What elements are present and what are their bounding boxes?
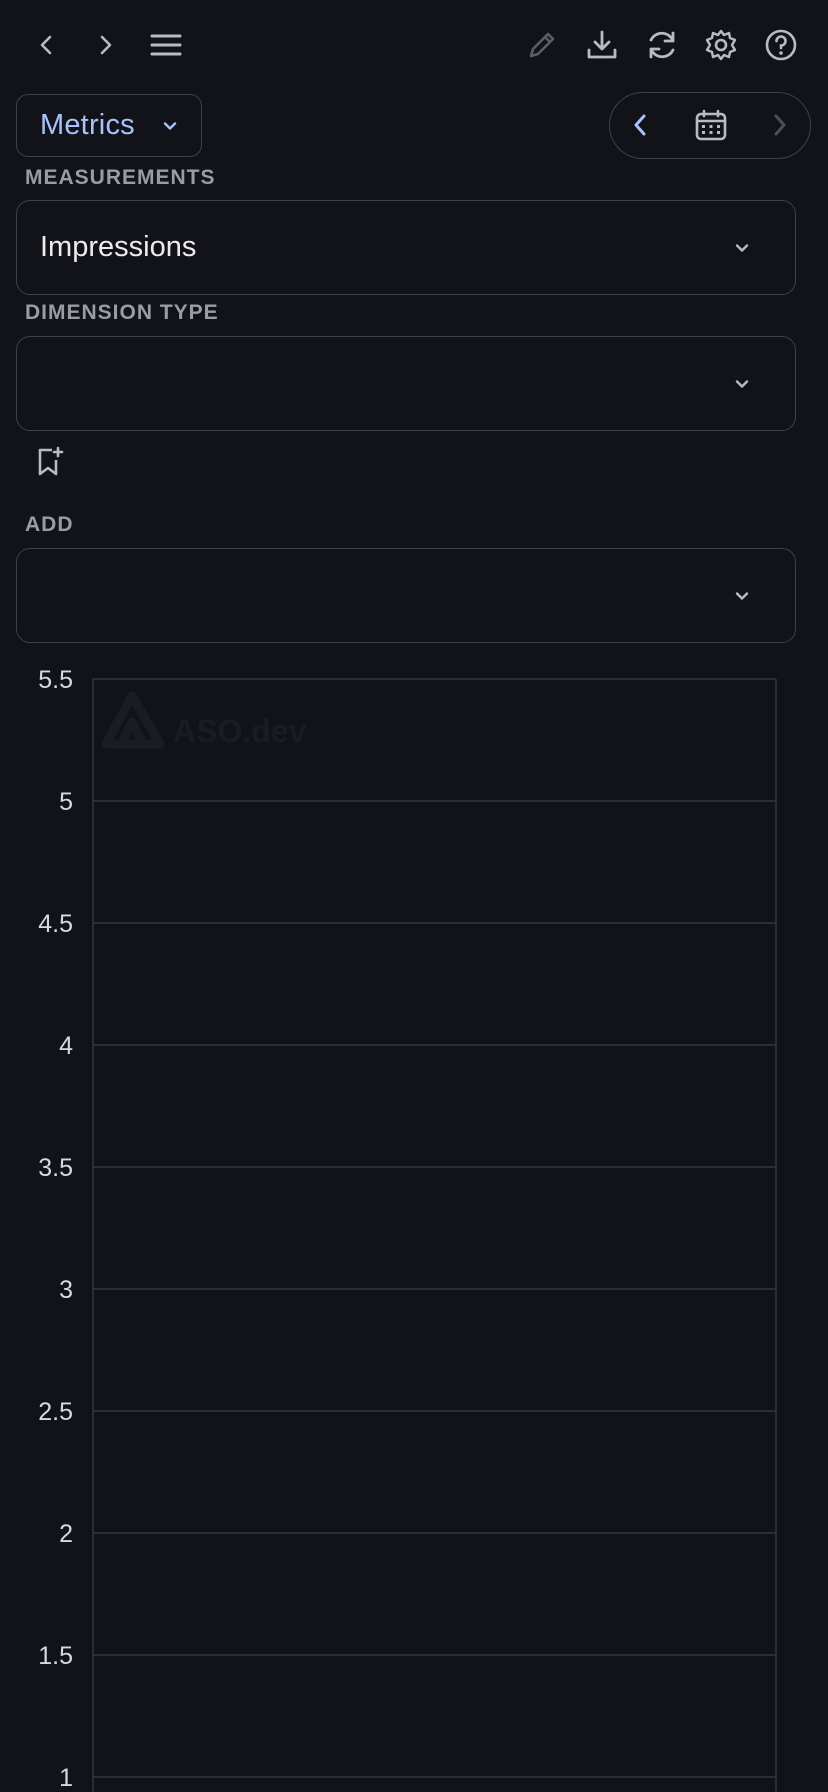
help-button[interactable] [759, 23, 803, 67]
help-icon [765, 29, 797, 61]
download-button[interactable] [580, 23, 624, 67]
aso-dev-watermark: ASO.dev [101, 691, 307, 749]
y-tick-label: 1.5 [38, 1642, 73, 1670]
y-tick-label: 3 [59, 1276, 73, 1304]
impressions-chart: ASO.dev 5.5 5 4.5 4 3.5 3 2.5 2 1.5 1 [0, 660, 828, 1792]
measurements-select[interactable]: Impressions [16, 200, 796, 295]
forward-button[interactable] [83, 23, 127, 67]
refresh-icon [649, 31, 675, 59]
calendar-button[interactable] [681, 93, 741, 157]
add-select[interactable] [16, 548, 796, 643]
refresh-button[interactable] [640, 23, 684, 67]
watermark-text: ASO.dev [173, 713, 307, 749]
chevron-right-icon [100, 35, 112, 55]
app-screen: Metrics MEASUREMENTS Impressions DIMENSI… [0, 0, 828, 1792]
dimension-type-label: DIMENSION TYPE [25, 301, 219, 324]
chevron-down-icon [735, 380, 749, 388]
add-label: ADD [25, 513, 74, 536]
chevron-down-icon [735, 244, 749, 252]
chevron-down-icon [735, 592, 749, 600]
next-period-button[interactable] [750, 93, 810, 157]
chart-canvas: ASO.dev 5.5 5 4.5 4 3.5 3 2.5 2 1.5 1 [38, 666, 777, 1792]
y-tick-label: 5 [59, 788, 73, 816]
y-tick-label: 2 [59, 1520, 73, 1548]
y-axis-ticks: 5.5 5 4.5 4 3.5 3 2.5 2 1.5 1 [38, 666, 73, 1792]
bookmark-add-icon [38, 446, 64, 476]
metrics-dropdown[interactable]: Metrics [16, 94, 202, 157]
chevron-right-icon [774, 114, 786, 136]
calendar-icon [695, 109, 727, 141]
y-tick-label: 5.5 [38, 666, 73, 694]
chart-grid [92, 678, 777, 1792]
chevron-down-icon [163, 122, 177, 130]
download-icon [587, 30, 617, 59]
y-tick-label: 4.5 [38, 910, 73, 938]
measurements-value: Impressions [40, 231, 197, 263]
dimension-type-select[interactable] [16, 336, 796, 431]
date-range-navigator [609, 92, 811, 159]
edit-button[interactable] [520, 23, 564, 67]
top-toolbar [0, 0, 828, 90]
y-tick-label: 2.5 [38, 1398, 73, 1426]
y-tick-label: 1 [59, 1764, 73, 1792]
y-tick-label: 4 [59, 1032, 73, 1060]
add-bookmark-button[interactable] [32, 444, 68, 480]
gear-icon [705, 29, 737, 61]
measurements-label: MEASUREMENTS [25, 166, 216, 189]
pencil-icon [529, 32, 555, 58]
chevron-left-icon [40, 35, 52, 55]
back-button[interactable] [25, 23, 69, 67]
menu-icon [150, 34, 182, 56]
menu-button[interactable] [144, 23, 188, 67]
y-tick-label: 3.5 [38, 1154, 73, 1182]
chevron-left-icon [634, 114, 646, 136]
settings-button[interactable] [699, 23, 743, 67]
metrics-dropdown-label: Metrics [40, 109, 135, 141]
previous-period-button[interactable] [610, 93, 670, 157]
